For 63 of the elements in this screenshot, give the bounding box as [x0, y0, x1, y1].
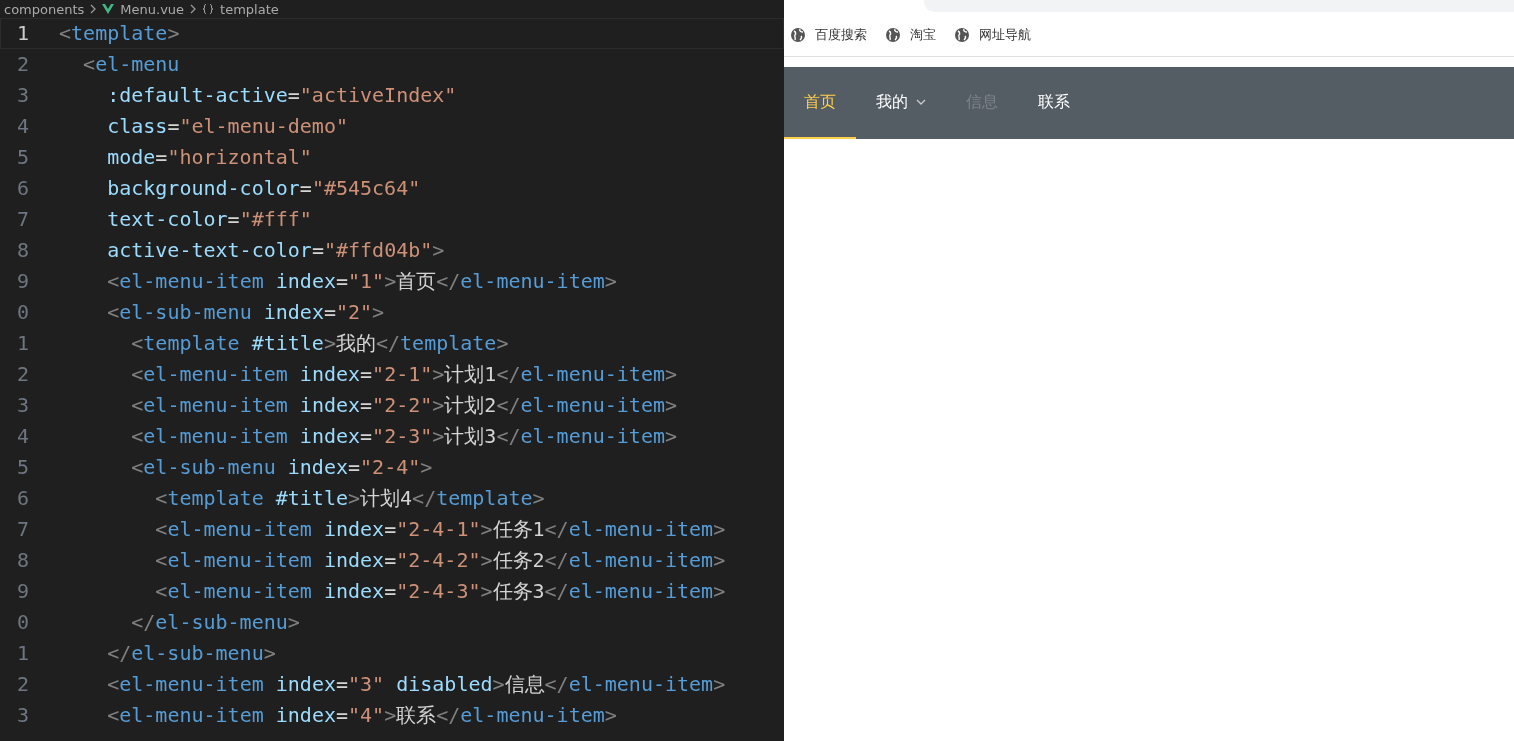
code-line: </el-sub-menu> [106, 640, 276, 667]
line-number: 2 [15, 361, 30, 388]
code-line: <el-menu [82, 51, 180, 78]
code-line: <el-menu-item index="2-2">计划2</el-menu-item> [130, 392, 678, 419]
globe-icon [885, 27, 901, 43]
code-line: <el-menu-item index="2-4-1">任务1</el-menu-item> [154, 516, 726, 543]
line-number: 6 [15, 175, 30, 202]
line-number: 0 [15, 299, 30, 326]
line-number: 2 [15, 51, 30, 78]
breadcrumb-item[interactable]: template [220, 1, 279, 17]
code-line: <template #title>我的</template> [130, 330, 509, 357]
code-line: active-text-color="#ffd04b"> [106, 237, 445, 264]
line-number: 8 [15, 547, 30, 574]
menu-item[interactable]: 首页 [784, 67, 856, 139]
code-line: <el-menu-item index="4">联系</el-menu-item> [106, 702, 617, 729]
line-number: 1 [15, 640, 30, 667]
code-line: :default-active="activeIndex" [106, 82, 457, 109]
code-line: <el-menu-item index="3" disabled>信息</el-menu-item> [106, 671, 726, 698]
line-number: 5 [15, 144, 30, 171]
code-line: <el-sub-menu index="2"> [106, 299, 385, 326]
code-line: <el-menu-item index="1">首页</el-menu-item> [106, 268, 617, 295]
line-number: 1 [15, 20, 30, 47]
line-number: 2 [15, 671, 30, 698]
bookmark-link[interactable]: 百度搜索 [815, 26, 867, 44]
caret-icon [916, 99, 926, 105]
code-line: <el-menu-item index="2-4-3">任务3</el-menu-item> [154, 578, 726, 605]
code-line: <el-menu-item index="2-1">计划1</el-menu-item> [130, 361, 678, 388]
line-number: 8 [15, 237, 30, 264]
line-number: 7 [15, 206, 30, 233]
menu-item[interactable]: 我的 [856, 67, 946, 139]
globe-icon [954, 27, 970, 43]
vue-file-icon [102, 4, 115, 14]
code-line: text-color="#fff" [106, 206, 312, 233]
code-line: <el-menu-item index="2-4-2">任务2</el-menu-item> [154, 547, 726, 574]
line-number: 0 [15, 609, 30, 636]
line-number: 4 [15, 113, 30, 140]
menu-item[interactable]: 联系 [1018, 67, 1090, 139]
line-number: 7 [15, 516, 30, 543]
code-line: </el-sub-menu> [130, 609, 300, 636]
chevron-icon [90, 4, 97, 14]
line-number: 3 [15, 392, 30, 419]
globe-icon [790, 27, 806, 43]
line-number: 4 [15, 423, 30, 450]
code-line: <template> [59, 20, 180, 47]
line-number: 5 [15, 454, 30, 481]
breadcrumb-item[interactable]: components [4, 1, 85, 17]
line-number: 3 [15, 702, 30, 729]
line-number: 9 [15, 268, 30, 295]
line-number: 9 [15, 578, 30, 605]
code-line: <template #title>计划4</template> [154, 485, 545, 512]
code-line: <el-menu-item index="2-3">计划3</el-menu-item> [130, 423, 678, 450]
code-line: background-color="#545c64" [106, 175, 421, 202]
line-number: 3 [15, 82, 30, 109]
bookmark-link[interactable]: 淘宝 [910, 26, 936, 44]
chevron-icon [190, 4, 197, 14]
line-number: 1 [15, 330, 30, 357]
line-number: 6 [15, 485, 30, 512]
code-line: class="el-menu-demo" [106, 113, 348, 140]
code-line: mode="horizontal" [106, 144, 312, 171]
breadcrumb-item[interactable]: Menu.vue [120, 1, 185, 17]
bookmark-link[interactable]: 网址导航 [979, 26, 1031, 44]
braces-icon [202, 4, 215, 14]
code-line: <el-sub-menu index="2-4"> [130, 454, 433, 481]
